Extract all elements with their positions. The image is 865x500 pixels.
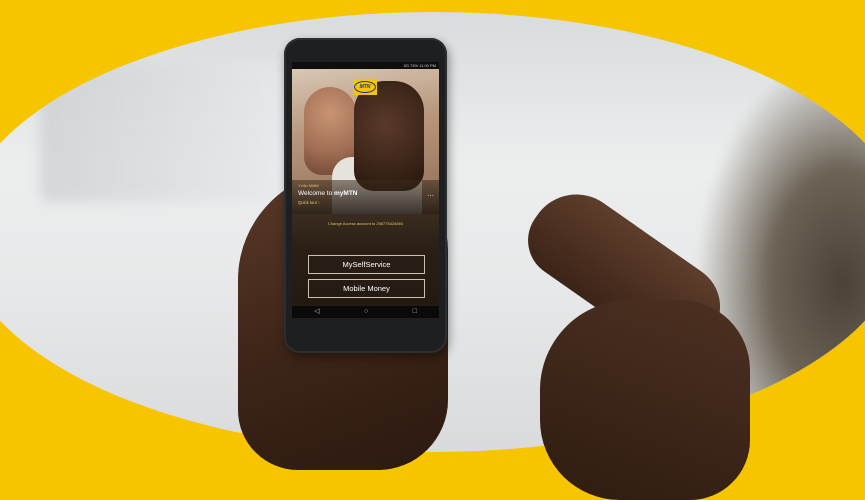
- right-hand: [540, 300, 750, 500]
- quick-tour-link[interactable]: Quick tour ›: [298, 200, 320, 205]
- back-icon[interactable]: ◁: [314, 306, 319, 318]
- myselfservice-button[interactable]: MySelfService: [308, 255, 425, 274]
- welcome-brand: myMTN: [334, 190, 358, 197]
- mobile-money-button[interactable]: Mobile Money: [308, 279, 425, 298]
- chevron-right-icon: ›: [318, 200, 320, 205]
- welcome-title: Welcome to myMTN: [298, 190, 358, 197]
- welcome-panel: Y'ello MMM Welcome to myMTN Quick tour ›…: [292, 180, 439, 214]
- more-dots-icon[interactable]: ⋯: [427, 192, 434, 200]
- home-icon[interactable]: ○: [364, 306, 368, 318]
- welcome-prefix: Welcome to: [298, 190, 335, 197]
- main-body: Change Access account to 256775424684 My…: [292, 214, 439, 306]
- status-bar: 5G 73% 11:00 PM: [292, 62, 439, 69]
- logo-oval: MTN: [354, 81, 376, 93]
- blurred-window: [40, 62, 280, 202]
- person-image-right: [354, 81, 424, 191]
- greeting-text: Y'ello MMM: [298, 183, 319, 188]
- logo-text: MTN: [359, 84, 371, 90]
- quick-tour-label: Quick tour: [298, 200, 318, 205]
- mtn-logo: MTN: [353, 79, 377, 95]
- smartphone: 5G 73% 11:00 PM MTN Y'ello MMM Welcome t…: [284, 38, 447, 353]
- recents-icon[interactable]: □: [413, 306, 417, 318]
- change-account-link[interactable]: Change Access account to 256775424684: [292, 221, 439, 226]
- android-nav-bar: ◁ ○ □: [292, 306, 439, 318]
- phone-screen: 5G 73% 11:00 PM MTN Y'ello MMM Welcome t…: [292, 62, 439, 318]
